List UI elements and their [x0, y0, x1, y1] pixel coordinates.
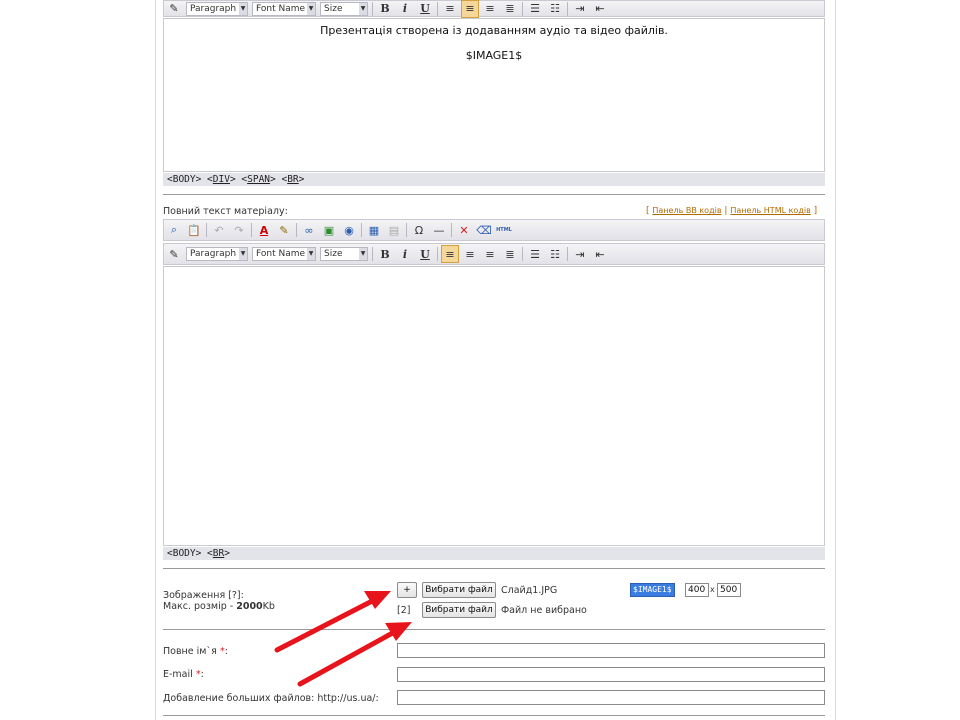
annotation-arrows	[274, 591, 412, 687]
